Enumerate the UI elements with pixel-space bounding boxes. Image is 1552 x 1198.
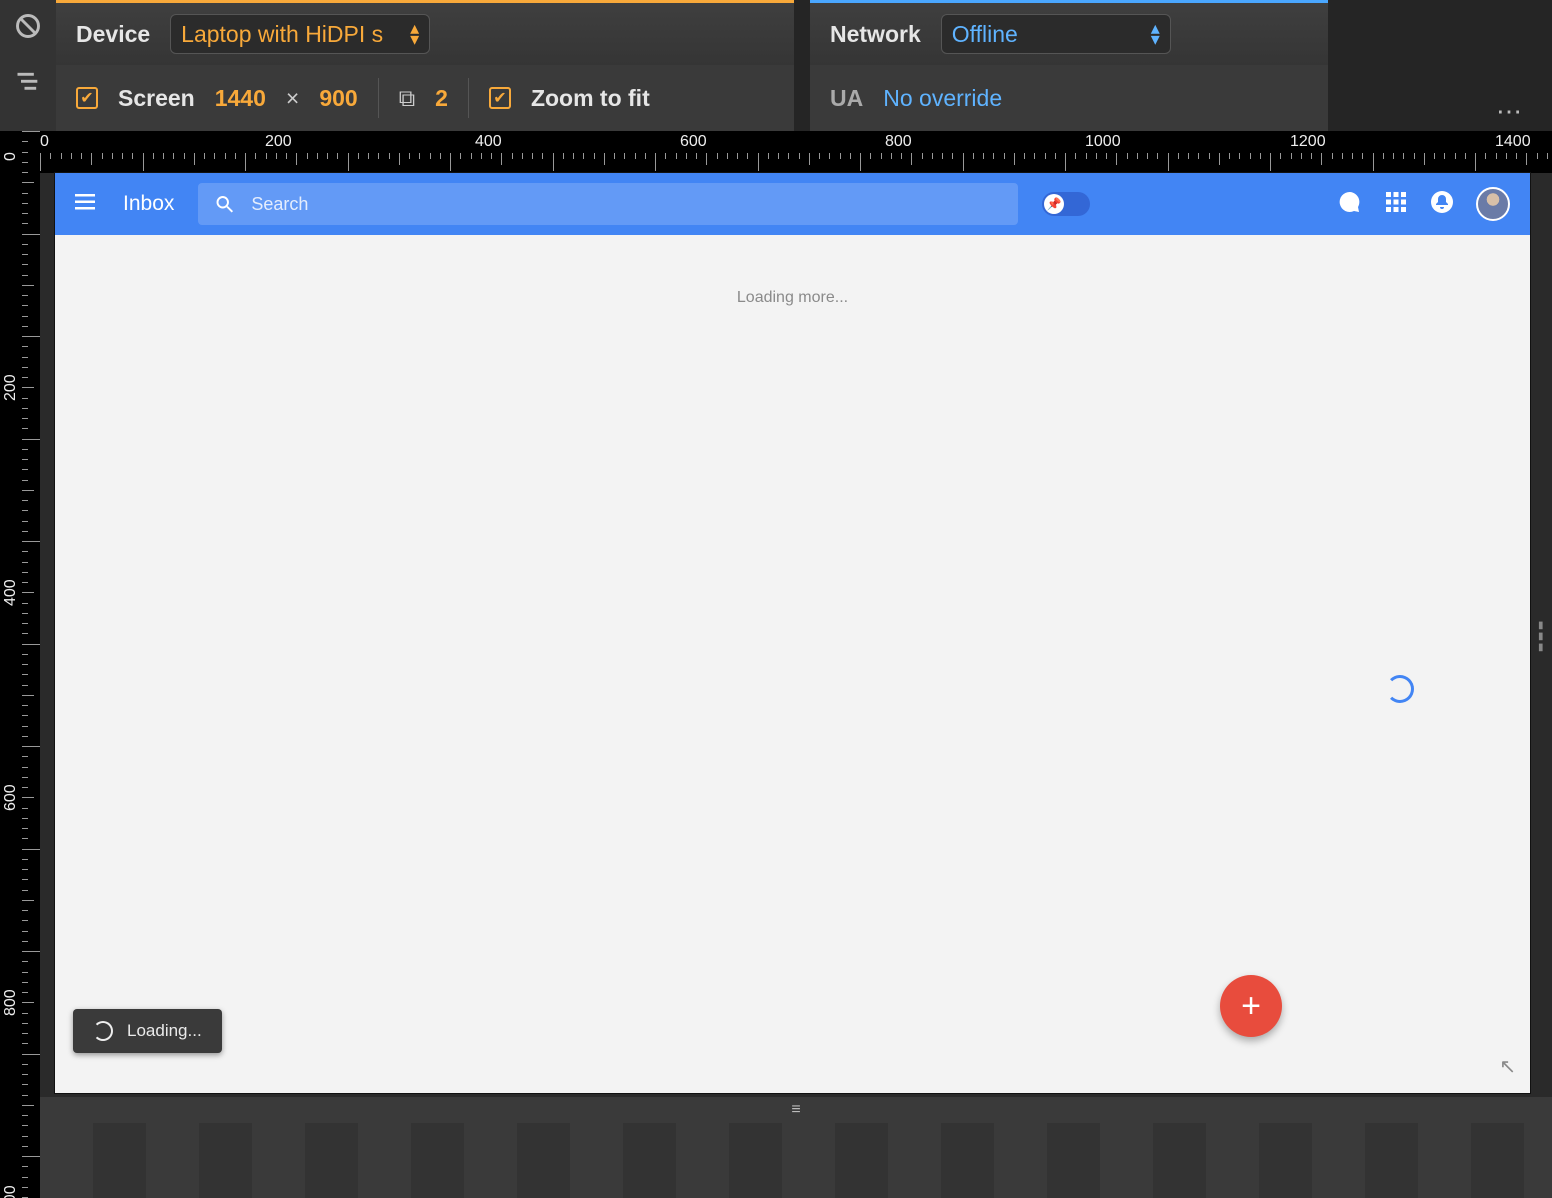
devtools-row-2: ✔ Screen 1440 × 900 ⧉ 2 ✔ Zoom to fit UA…: [56, 65, 1328, 131]
ruler-num: 200: [2, 374, 20, 401]
loading-toast: Loading...: [73, 1009, 222, 1053]
ruler-num: 400: [2, 579, 20, 606]
app-title: Inbox: [123, 192, 174, 216]
more-menu-icon[interactable]: ⋯: [1496, 96, 1526, 127]
network-select[interactable]: Offline ▴▾: [941, 14, 1171, 54]
ruler-num: 200: [265, 133, 292, 151]
compose-fab[interactable]: +: [1220, 975, 1282, 1037]
drawer-area: [40, 1123, 1552, 1198]
apps-icon[interactable]: [1384, 190, 1408, 219]
zoom-label: Zoom to fit: [531, 85, 650, 112]
dpr-value[interactable]: 2: [435, 85, 448, 112]
viewport-area: Inbox 📌 Loading more... Loading... + ↖: [40, 173, 1552, 1198]
no-entry-icon[interactable]: [14, 12, 42, 45]
ruler-num: 800: [885, 133, 912, 151]
network-label: Network: [830, 21, 921, 48]
inbox-header: Inbox 📌: [55, 173, 1530, 235]
ruler-num: 1000: [1085, 133, 1121, 151]
select-caret-icon: ▴▾: [1151, 23, 1160, 45]
ruler-num: 800: [2, 989, 20, 1016]
pin-toggle[interactable]: 📌: [1042, 192, 1090, 216]
pin-icon: 📌: [1047, 197, 1062, 211]
ruler-num: 400: [475, 133, 502, 151]
device-label: Device: [76, 21, 150, 48]
emulated-viewport: Inbox 📌 Loading more... Loading... + ↖: [55, 173, 1530, 1093]
hangouts-spinner-icon: [1386, 675, 1414, 703]
screen-label: Screen: [118, 85, 195, 112]
search-input[interactable]: [251, 194, 1002, 215]
ruler-horizontal: 0 200 400 600 800 1000 1200 1400: [40, 131, 1552, 173]
ruler-num: 0: [40, 133, 49, 151]
resize-handle-icon[interactable]: ↖: [1499, 1054, 1516, 1079]
device-select[interactable]: Laptop with HiDPI s ▴▾: [170, 14, 430, 54]
notifications-icon[interactable]: [1430, 190, 1454, 219]
spinner-icon: [93, 1021, 113, 1041]
separator: [378, 78, 379, 118]
ua-label: UA: [830, 85, 863, 112]
menu-icon[interactable]: [75, 190, 99, 219]
drawer-handle[interactable]: ≡: [40, 1097, 1552, 1123]
ruler-num: 600: [680, 133, 707, 151]
avatar[interactable]: [1476, 187, 1510, 221]
right-resize-handle[interactable]: ▮▮▮: [1538, 620, 1552, 668]
ruler-num: 600: [2, 784, 20, 811]
ruler-num: 0: [2, 152, 20, 161]
filter-icon[interactable]: [14, 67, 42, 100]
select-caret-icon: ▴▾: [410, 23, 419, 45]
ruler-num: 1200: [1290, 133, 1326, 151]
screen-x: ×: [286, 85, 299, 112]
search-bar[interactable]: [198, 183, 1018, 225]
screen-width[interactable]: 1440: [215, 85, 266, 112]
device-value: Laptop with HiDPI s: [181, 21, 383, 48]
dpr-icon: ⧉: [399, 85, 415, 112]
ruler-num: 1000: [2, 1185, 20, 1198]
inbox-body: Loading more... Loading... + ↖: [55, 235, 1530, 1093]
search-icon: [214, 193, 235, 215]
plus-icon: +: [1241, 987, 1261, 1026]
screen-height[interactable]: 900: [319, 85, 357, 112]
network-value: Offline: [952, 21, 1018, 48]
ua-value[interactable]: No override: [883, 85, 1002, 112]
devtools-row-1: Device Laptop with HiDPI s ▴▾ Network Of…: [56, 0, 1328, 65]
ruler-num: 1400: [1495, 133, 1531, 151]
devtools-left-strip: [0, 0, 56, 131]
screen-checkbox[interactable]: ✔: [76, 87, 98, 109]
chat-icon[interactable]: [1338, 190, 1362, 219]
zoom-checkbox[interactable]: ✔: [489, 87, 511, 109]
ruler-vertical: 0 200 400 600 800 1000: [0, 131, 40, 1198]
separator: [468, 78, 469, 118]
toast-text: Loading...: [127, 1021, 202, 1041]
loading-more-text: Loading more...: [55, 235, 1530, 307]
